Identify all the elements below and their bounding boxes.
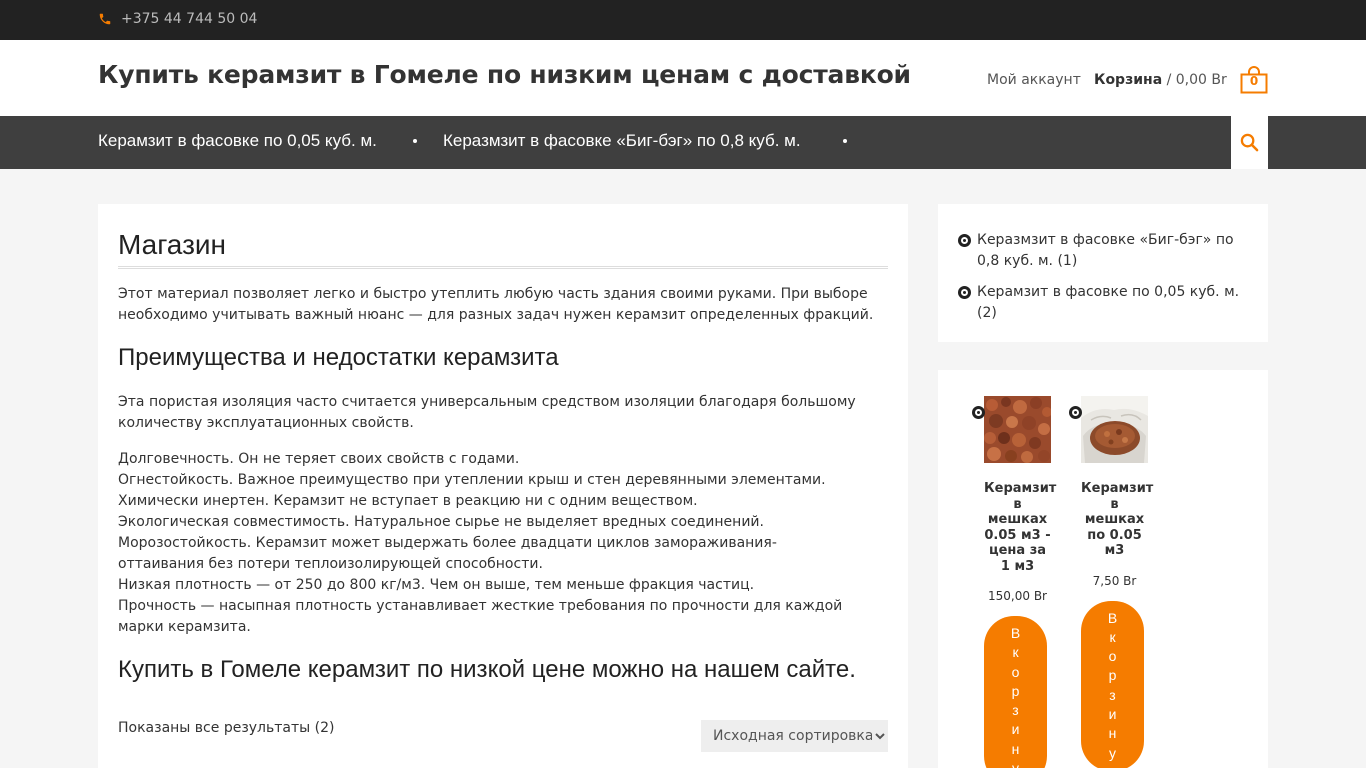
- my-account-link[interactable]: Мой аккаунт: [987, 72, 1081, 88]
- sort-select[interactable]: Исходная сортировка: [701, 720, 888, 752]
- intro-text: Этот материал позволяет легко и быстро у…: [118, 286, 874, 323]
- search-icon: [1240, 133, 1259, 152]
- add-to-cart-button[interactable]: Вкорзину: [984, 616, 1047, 768]
- property-line: Низкая плотность — от 250 до 800 кг/м3. …: [118, 577, 755, 593]
- main-nav: Керамзит в фасовке по 0,05 куб. м. Кераз…: [0, 116, 1366, 169]
- product-price: 7,50 Br: [1092, 573, 1137, 588]
- categories-widget: Керазмзит в фасовке «Биг-бэг» по 0,8 куб…: [938, 204, 1268, 342]
- phone-icon: [99, 13, 111, 25]
- nav-item-big-bag[interactable]: Керазмзит в фасовке «Биг-бэг» по 0,8 куб…: [443, 131, 801, 151]
- phone-number: +375 44 744 50 04: [121, 11, 258, 27]
- cart-label: Корзина: [1094, 72, 1163, 88]
- site-title[interactable]: Купить керамзит в Гомеле по низким ценам…: [98, 60, 911, 89]
- properties-list: Долговечность. Он не теряет своих свойст…: [118, 449, 878, 638]
- products-widget: Керамзит в мешках 0.05 м3 - цена за 1 м3…: [938, 370, 1268, 768]
- porous-text: Эта пористая изоляция часто считается ун…: [118, 394, 856, 431]
- phone-contact[interactable]: +375 44 744 50 04: [98, 11, 257, 27]
- title-divider: [118, 266, 888, 269]
- property-line: Прочность — насыпная плотность устанавли…: [118, 598, 843, 635]
- result-count: Показаны все результаты (2): [118, 720, 335, 736]
- bullet-icon: [958, 286, 971, 299]
- product-image[interactable]: [984, 396, 1051, 463]
- property-line: Морозостойкость. Керамзит может выдержат…: [118, 535, 777, 572]
- top-bar: +375 44 744 50 04: [0, 0, 1366, 40]
- bullet-icon: [1069, 406, 1082, 419]
- cart-count: 0: [1249, 74, 1259, 88]
- cart-link[interactable]: Корзина / 0,00 Br: [1094, 72, 1227, 88]
- bullet-icon: [958, 234, 971, 247]
- nav-separator: [413, 139, 417, 143]
- property-line: Огнестойкость. Важное преимущество при у…: [118, 472, 826, 488]
- nav-separator: [843, 139, 847, 143]
- add-to-cart-button[interactable]: Вкорзину: [1081, 600, 1144, 768]
- property-line: Долговечность. Он не теряет своих свойст…: [118, 451, 520, 467]
- site-header: Купить керамзит в Гомеле по низким ценам…: [0, 40, 1366, 116]
- category-label: Керамзит в фасовке по 0,05 куб. м. (2): [977, 284, 1240, 321]
- property-line: Химически инертен. Керамзит не вступает …: [118, 493, 698, 509]
- category-item[interactable]: Керазмзит в фасовке «Биг-бэг» по 0,8 куб…: [958, 230, 1243, 272]
- search-button[interactable]: [1231, 116, 1268, 169]
- section-heading-buy: Купить в Гомеле керамзит по низкой цене …: [118, 656, 856, 683]
- product-card: Керамзит в мешках по 0.05 м3 7,50 Br Вко…: [1069, 396, 1153, 768]
- product-name[interactable]: Керамзит в мешках 0.05 м3 - цена за 1 м3: [984, 481, 1056, 574]
- property-line: Экологическая совместимость. Натуральное…: [118, 514, 764, 530]
- category-item[interactable]: Керамзит в фасовке по 0,05 куб. м. (2): [958, 282, 1258, 324]
- category-label: Керазмзит в фасовке «Биг-бэг» по 0,8 куб…: [977, 232, 1234, 269]
- product-name[interactable]: Керамзит в мешках по 0.05 м3: [1081, 481, 1153, 559]
- product-image[interactable]: [1081, 396, 1148, 463]
- section-heading-pros: Преимущества и недостатки керамзита: [118, 344, 559, 371]
- cart-total: / 0,00 Br: [1162, 72, 1227, 88]
- nav-item-bags[interactable]: Керамзит в фасовке по 0,05 куб. м.: [98, 131, 377, 151]
- product-card: Керамзит в мешках 0.05 м3 - цена за 1 м3…: [972, 396, 1056, 768]
- page-title: Магазин: [118, 229, 227, 260]
- main-content: Магазин Этот материал позволяет легко и …: [98, 204, 908, 768]
- bullet-icon: [972, 406, 985, 419]
- product-price: 150,00 Br: [988, 589, 1047, 603]
